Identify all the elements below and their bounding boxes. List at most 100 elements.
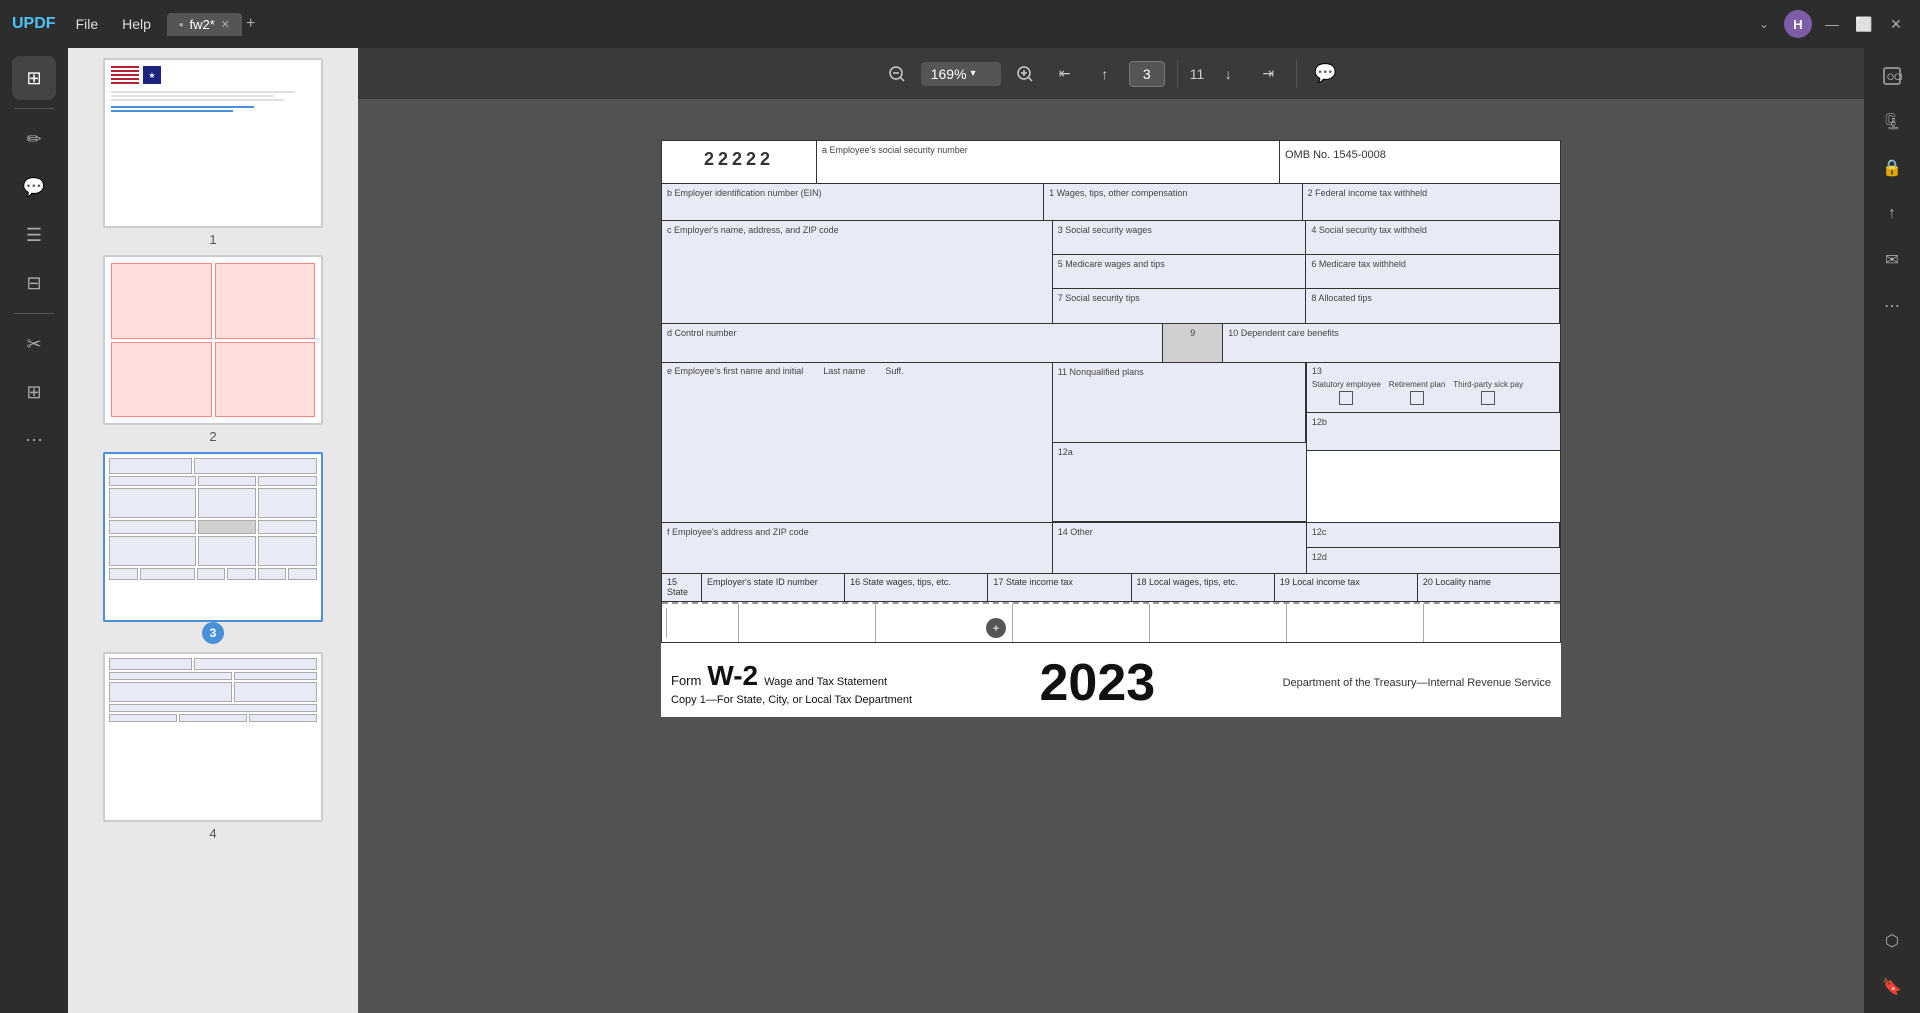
field-20: 20 Locality name bbox=[1418, 574, 1560, 601]
field-17: 17 State income tax bbox=[988, 574, 1131, 601]
thumbnail-2[interactable]: 2 bbox=[78, 255, 348, 444]
field-16: 16 State wages, tips, etc. bbox=[845, 574, 988, 601]
field-19: 19 Local income tax bbox=[1275, 574, 1418, 601]
dropdown-arrow-icon[interactable]: ⌄ bbox=[1752, 12, 1776, 36]
next-page-button[interactable]: ↓ bbox=[1212, 58, 1244, 90]
user-avatar[interactable]: H bbox=[1784, 10, 1812, 38]
field-2: 2 Federal income tax withheld bbox=[1303, 184, 1560, 220]
field-8: 8 Allocated tips bbox=[1306, 289, 1559, 323]
field-13: 13 Statutory employee Retirement plan bbox=[1307, 363, 1560, 413]
main-area: 169% ▾ ⇤ ↑ 11 ↓ ⇥ bbox=[358, 48, 1864, 1013]
sidebar-divider-1 bbox=[14, 108, 54, 109]
form-copy: Copy 1—For State, City, or Local Tax Dep… bbox=[671, 694, 912, 706]
file-menu[interactable]: File bbox=[68, 12, 107, 36]
right-icon-more[interactable]: ⋯ bbox=[1872, 286, 1912, 326]
tab-close-icon[interactable]: ✕ bbox=[221, 18, 230, 31]
prev-page-button[interactable]: ↑ bbox=[1089, 58, 1121, 90]
state-id: Employer's state ID number bbox=[702, 574, 845, 601]
field-12c: 12c bbox=[1307, 523, 1560, 548]
first-page-button[interactable]: ⇤ bbox=[1049, 58, 1081, 90]
tab-dot: • bbox=[179, 17, 184, 32]
field-14: 14 Other bbox=[1053, 523, 1306, 573]
field-4: 4 Social security tax withheld bbox=[1306, 221, 1559, 255]
thumb-img-1: ★ bbox=[103, 58, 323, 228]
right-panel: OCR 🗜 🔒 ↑ ✉ ⋯ ⬡ 🔖 💬 bbox=[1864, 48, 1920, 1013]
treasury-label: Department of the Treasury—Internal Reve… bbox=[1283, 677, 1551, 689]
form-word: Form bbox=[671, 673, 701, 688]
thumb-number-1: 1 bbox=[209, 232, 216, 247]
thumb-img-2 bbox=[103, 255, 323, 425]
minimize-button[interactable]: — bbox=[1820, 12, 1844, 36]
close-button[interactable]: ✕ bbox=[1884, 12, 1908, 36]
thumb-img-3 bbox=[103, 452, 323, 622]
thumbnail-1[interactable]: ★ 1 bbox=[78, 58, 348, 247]
field-c: c Employer's name, address, and ZIP code bbox=[662, 221, 1053, 323]
field-15: 15 State bbox=[662, 574, 702, 601]
sidebar-comment-icon[interactable]: 💬 bbox=[12, 165, 56, 209]
thumbnail-panel: ★ 1 bbox=[68, 48, 358, 1013]
field-f: f Employee's address and ZIP code bbox=[662, 523, 1053, 573]
comment-button[interactable]: 💬 bbox=[1309, 58, 1341, 90]
form-title-area: Form W-2 Wage and Tax Statement Copy 1—F… bbox=[671, 660, 912, 706]
sidebar-crop-icon[interactable]: ✂ bbox=[12, 322, 56, 366]
field-e: e Employee's first name and initial Last… bbox=[662, 363, 1053, 522]
right-icon-compress[interactable]: 🗜 bbox=[1872, 102, 1912, 142]
tab-label: fw2* bbox=[189, 17, 214, 32]
field-d: d Control number bbox=[662, 324, 1163, 362]
field-12d: 12d bbox=[1307, 548, 1560, 573]
form-year: 2023 bbox=[1039, 657, 1155, 709]
sidebar-ocr-icon[interactable]: ⊞ bbox=[12, 370, 56, 414]
right-icon-ocr[interactable]: OCR bbox=[1872, 56, 1912, 96]
field-6: 6 Medicare tax withheld bbox=[1306, 255, 1559, 289]
field-3: 3 Social security wages bbox=[1053, 221, 1307, 255]
sidebar-divider-2 bbox=[14, 313, 54, 314]
tab-bar: • fw2* ✕ + bbox=[167, 13, 1744, 36]
form-row-dashed: + bbox=[662, 602, 1560, 642]
sidebar-more-icon[interactable]: ⋯ bbox=[12, 418, 56, 462]
field-5: 5 Medicare wages and tips bbox=[1053, 255, 1307, 289]
sidebar-edit-icon[interactable]: ✏ bbox=[12, 117, 56, 161]
form-row-e: e Employee's first name and initial Last… bbox=[662, 363, 1560, 523]
w2-footer: Form W-2 Wage and Tax Statement Copy 1—F… bbox=[661, 649, 1561, 717]
form-row-bottom: 15 State Employer's state ID number 16 S… bbox=[662, 574, 1560, 602]
thumb-number-2: 2 bbox=[209, 429, 216, 444]
w2-document: 22222 a Employee's social security numbe… bbox=[661, 140, 1561, 717]
field-12a: 12a bbox=[1053, 443, 1306, 523]
w2-form: 22222 a Employee's social security numbe… bbox=[661, 140, 1561, 643]
page-number-input[interactable] bbox=[1129, 61, 1165, 87]
field-1: 1 Wages, tips, other compensation bbox=[1044, 184, 1302, 220]
right-icon-upload[interactable]: ↑ bbox=[1872, 194, 1912, 234]
toolbar-divider-2 bbox=[1296, 60, 1297, 88]
top-bar-right: ⌄ H — ⬜ ✕ bbox=[1752, 10, 1908, 38]
field-7: 7 Social security tips bbox=[1053, 289, 1307, 323]
box-22222: 22222 bbox=[662, 141, 817, 183]
help-menu[interactable]: Help bbox=[114, 12, 159, 36]
right-icon-layers[interactable]: ⬡ bbox=[1872, 921, 1912, 961]
right-icon-bookmark[interactable]: 🔖 bbox=[1872, 967, 1912, 1007]
field-10: 10 Dependent care benefits bbox=[1223, 324, 1560, 362]
right-icon-lock[interactable]: 🔒 bbox=[1872, 148, 1912, 188]
tab-fw2[interactable]: • fw2* ✕ bbox=[167, 13, 242, 36]
field-11: 11 Nonqualified plans bbox=[1053, 363, 1306, 443]
maximize-button[interactable]: ⬜ bbox=[1852, 12, 1876, 36]
left-sidebar: ⊞ ✏ 💬 ☰ ⊟ ✂ ⊞ ⋯ bbox=[0, 48, 68, 1013]
thumb-img-4 bbox=[103, 652, 323, 822]
add-tab-button[interactable]: + bbox=[246, 15, 255, 33]
expand-button[interactable]: + bbox=[986, 618, 1006, 638]
field-a: a Employee's social security number bbox=[817, 141, 1280, 183]
sidebar-form-icon[interactable]: ☰ bbox=[12, 213, 56, 257]
form-name: Wage and Tax Statement bbox=[764, 676, 887, 688]
last-page-button[interactable]: ⇥ bbox=[1252, 58, 1284, 90]
thumbnail-3[interactable]: 3 bbox=[78, 452, 348, 644]
thumbnail-4[interactable]: 4 bbox=[78, 652, 348, 841]
app-logo: UPDF bbox=[12, 15, 56, 33]
field-omb: OMB No. 1545-0008 bbox=[1280, 141, 1560, 183]
zoom-in-button[interactable] bbox=[1009, 58, 1041, 90]
page-total: 11 bbox=[1190, 66, 1205, 82]
form-row-2: b Employer identification number (EIN) 1… bbox=[662, 184, 1560, 221]
sidebar-grid-icon[interactable]: ⊞ bbox=[12, 56, 56, 100]
sidebar-table-icon[interactable]: ⊟ bbox=[12, 261, 56, 305]
zoom-out-button[interactable] bbox=[881, 58, 913, 90]
right-icon-email[interactable]: ✉ bbox=[1872, 240, 1912, 280]
zoom-display[interactable]: 169% ▾ bbox=[921, 62, 1001, 86]
